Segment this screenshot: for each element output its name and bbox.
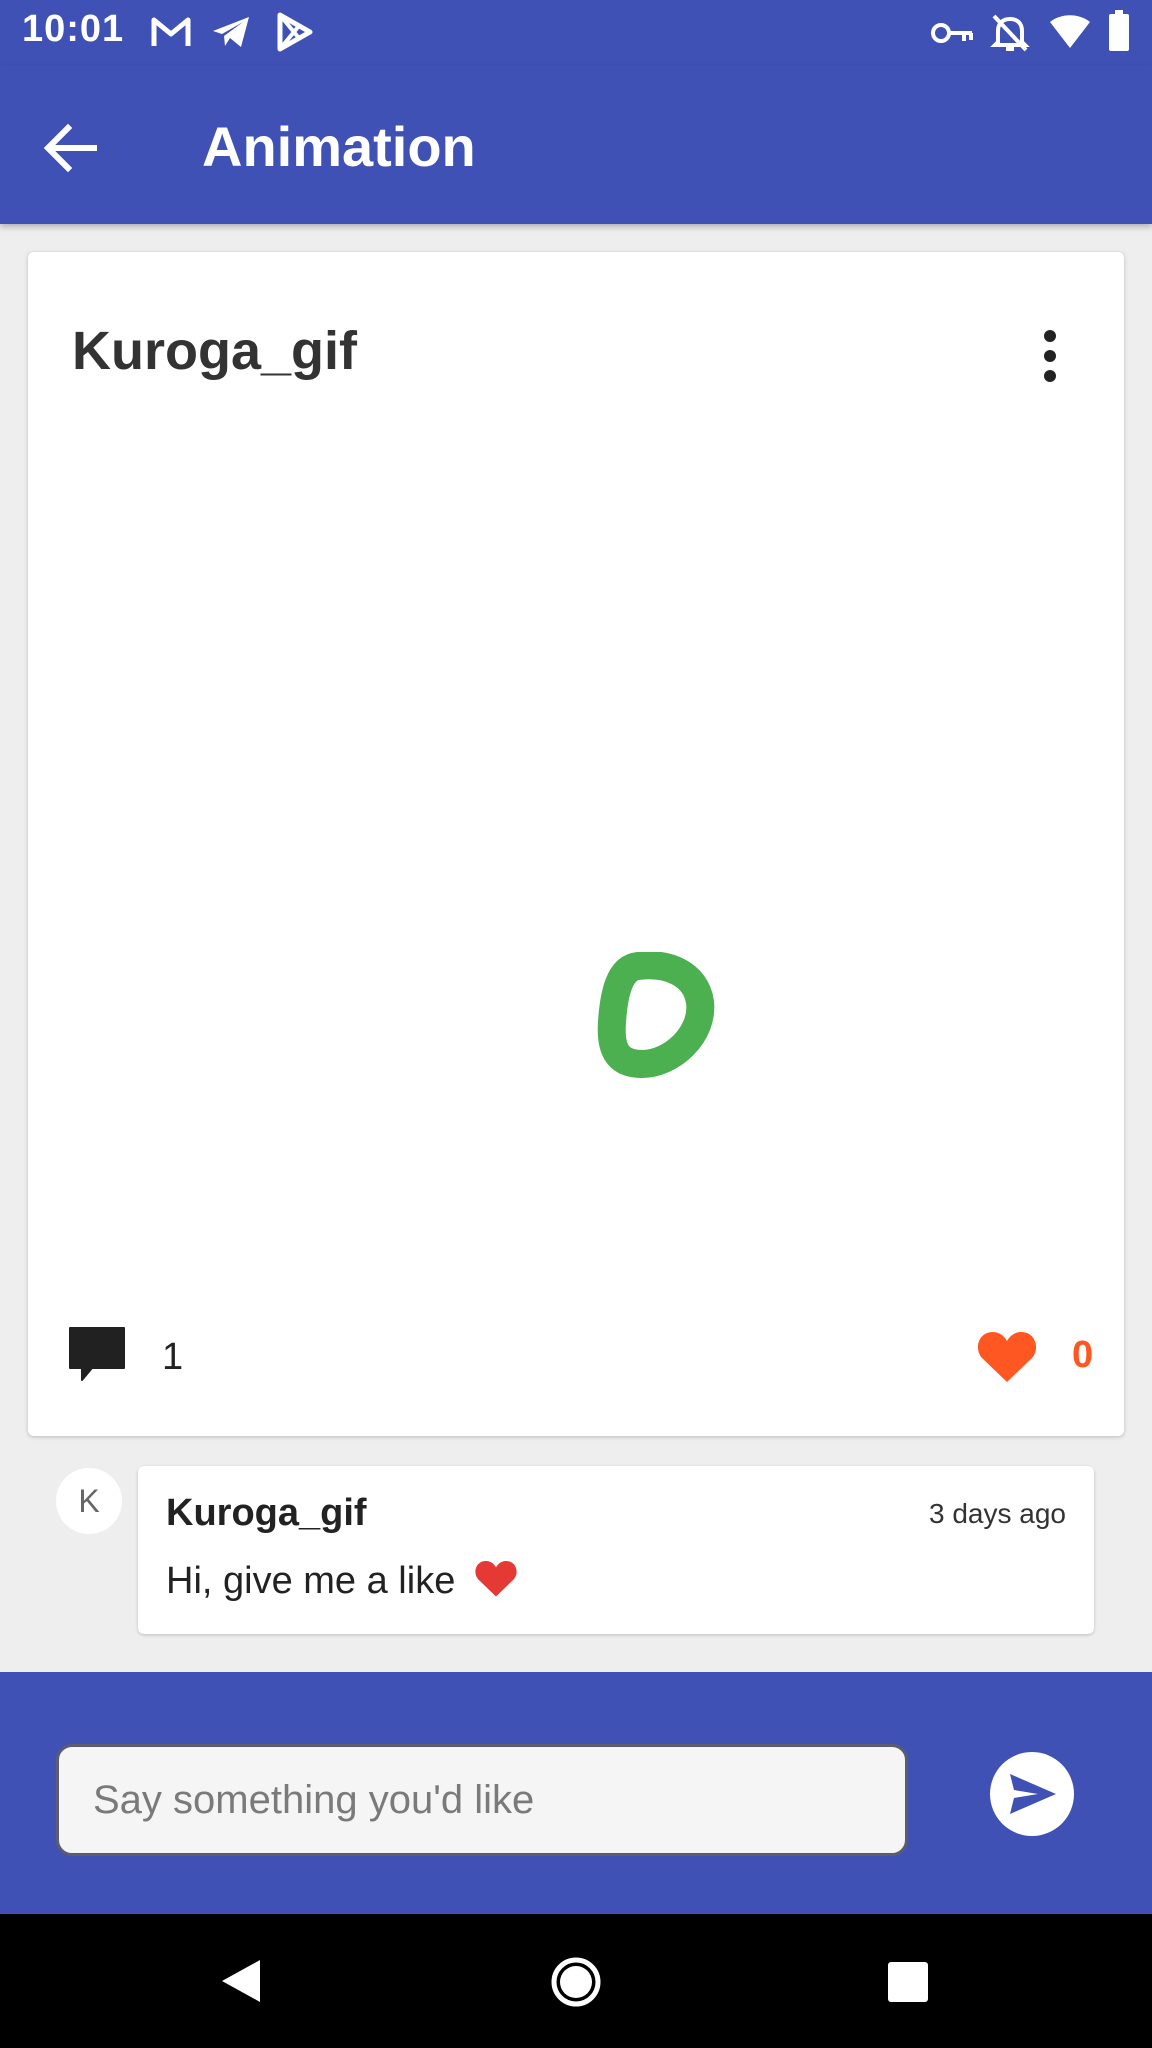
comment-body: Hi, give me a like	[166, 1558, 518, 1608]
nav-recents-button[interactable]	[886, 1960, 930, 2009]
battery-icon	[1108, 10, 1130, 57]
telegram-icon	[210, 12, 252, 57]
comment-icon[interactable]	[66, 1324, 128, 1384]
gmail-icon	[150, 12, 192, 57]
comment-author: Kuroga_gif	[166, 1492, 367, 1534]
animated-gif[interactable]	[568, 951, 728, 1112]
back-triangle-icon	[222, 1960, 260, 2002]
send-icon	[1010, 1774, 1056, 1814]
play-store-icon	[274, 12, 314, 57]
post-card: Kuroga_gif 1 0	[28, 252, 1124, 1436]
recents-square-icon	[888, 1962, 928, 2002]
comment-item: Kuroga_gif 3 days ago Hi, give me a like	[138, 1466, 1094, 1634]
post-author: Kuroga_gif	[72, 321, 358, 381]
vpn-key-icon	[930, 16, 976, 55]
heart-icon	[977, 1332, 1037, 1382]
red-heart-emoji-icon	[474, 1558, 518, 1608]
like-button[interactable]	[976, 1328, 1038, 1384]
back-button[interactable]	[36, 116, 110, 180]
like-count: 0	[1072, 1334, 1094, 1376]
notifications-off-icon	[990, 12, 1030, 59]
nav-back-button[interactable]	[216, 1956, 264, 2011]
send-button[interactable]	[990, 1752, 1074, 1836]
more-vert-icon	[1044, 330, 1056, 382]
home-circle-icon	[551, 1957, 601, 2007]
app-bar: Animation	[0, 66, 1152, 224]
page-title: Animation	[202, 115, 476, 178]
composer-bar	[0, 1672, 1152, 1914]
arrow-back-icon	[43, 123, 97, 173]
status-bar: 10:01	[0, 0, 1152, 66]
green-loop-shape	[597, 951, 715, 1078]
more-options-button[interactable]	[1036, 328, 1064, 384]
system-navigation-bar	[0, 1914, 1152, 2048]
comment-text: Hi, give me a like	[166, 1560, 456, 1603]
wifi-icon	[1048, 12, 1092, 55]
comment-input[interactable]	[56, 1744, 908, 1856]
avatar: K	[56, 1468, 122, 1534]
nav-home-button[interactable]	[550, 1956, 602, 2013]
comment-timestamp: 3 days ago	[929, 1498, 1066, 1529]
comment-count: 1	[162, 1336, 184, 1378]
status-time: 10:01	[22, 8, 125, 50]
